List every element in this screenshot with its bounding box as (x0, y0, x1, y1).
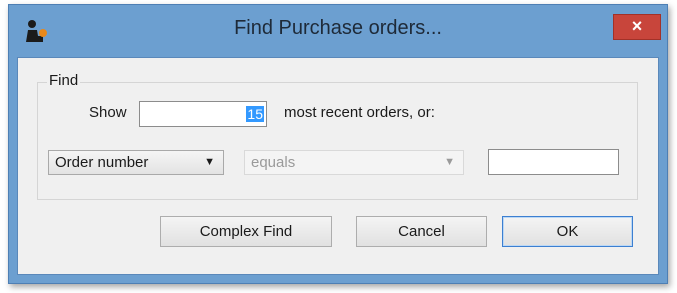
chevron-down-icon: ▼ (204, 156, 215, 168)
find-group-label: Find (47, 72, 81, 89)
dialog-window: Find Purchase orders... × Find Show 15 m… (8, 4, 668, 284)
close-button[interactable]: × (613, 14, 661, 40)
ok-button[interactable]: OK (502, 216, 633, 247)
recent-count-value: 15 (246, 106, 264, 122)
cancel-button[interactable]: Cancel (356, 216, 487, 247)
complex-find-button[interactable]: Complex Find (160, 216, 332, 247)
chevron-down-icon: ▼ (444, 156, 455, 168)
search-value-input[interactable] (489, 150, 618, 174)
recent-count-field[interactable]: 15 (139, 101, 267, 127)
title-bar[interactable]: Find Purchase orders... × (9, 5, 667, 57)
search-field-value: Order number (55, 154, 149, 171)
show-label: Show (89, 104, 127, 121)
close-icon: × (631, 16, 643, 36)
dialog-body: Find Show 15 most recent orders, or: Ord… (17, 57, 659, 275)
recent-orders-label: most recent orders, or: (284, 104, 435, 121)
search-field-select[interactable]: Order number ▼ (48, 150, 224, 175)
search-value-field[interactable] (488, 149, 619, 175)
operator-value: equals (251, 154, 296, 171)
find-groupbox (37, 82, 638, 200)
window-title: Find Purchase orders... (234, 17, 442, 39)
operator-select[interactable]: equals ▼ (244, 150, 464, 175)
